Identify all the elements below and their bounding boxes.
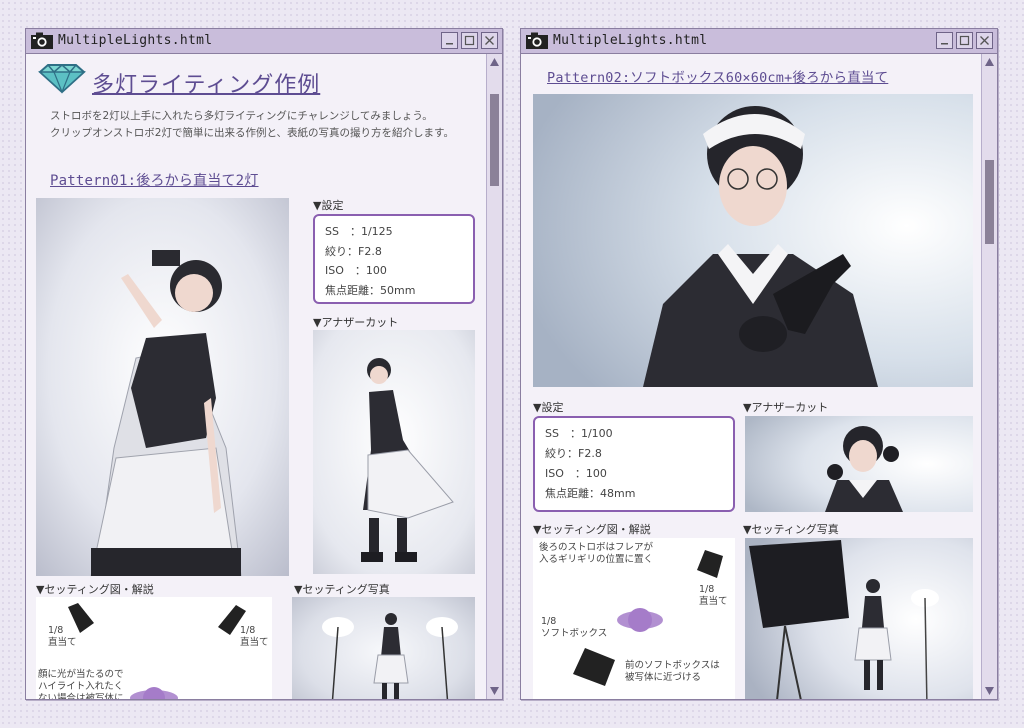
minimize-icon — [941, 43, 948, 45]
scroll-up-icon[interactable] — [487, 56, 502, 68]
back-strobe-note: 後ろのストロボはフレアが 入るギリギリの位置に置く — [539, 542, 654, 565]
iso: ISO ：100 — [545, 467, 607, 480]
strobe-icon — [697, 550, 723, 578]
settings-box: SS ：1/100 絞り：F2.8 ISO ：100 焦点距離：48mm — [533, 416, 735, 512]
right-light-note: 1/8 直当て — [240, 625, 269, 648]
shutter-speed: SS ：1/100 — [545, 427, 613, 440]
setup-photo-label: ▼セッティング写真 — [743, 523, 839, 536]
minimize-button[interactable] — [441, 32, 458, 49]
iso: ISO ：100 — [325, 264, 387, 277]
settings-box: SS ：1/125 絞り：F2.8 ISO ：100 焦点距離：50mm — [313, 214, 475, 304]
window-content: 多灯ライティング作例 ストロボを2灯以上手に入れたら多灯ライティングにチャレンジ… — [26, 54, 486, 699]
scroll-down-icon[interactable] — [487, 685, 502, 697]
front-softbox-note: 前のソフトボックスは 被写体に近づける — [625, 660, 720, 683]
maximize-button[interactable] — [956, 32, 973, 49]
setting-diagram-label: ▼セッティング図・解説 — [533, 523, 651, 536]
close-icon — [980, 36, 989, 45]
softbox-icon — [573, 648, 615, 686]
main-photo — [36, 198, 289, 576]
scroll-thumb[interactable] — [985, 160, 994, 244]
intro-line: ストロボを2灯以上手に入れたら多灯ライティングにチャレンジしてみましょう。 — [50, 110, 433, 122]
pattern-title[interactable]: Pattern02:ソフトボックス60×60cm+後ろから直当て — [547, 66, 888, 86]
scrollbar[interactable] — [486, 54, 502, 699]
setting-diagram: 後ろのストロボはフレアが 入るギリギリの位置に置く 1/8 直当て 1/8 ソフ… — [533, 538, 735, 699]
minimize-button[interactable] — [936, 32, 953, 49]
camera-icon — [526, 32, 548, 49]
window-title: MultipleLights.html — [58, 33, 213, 48]
settings-label: ▼設定 — [533, 401, 564, 414]
close-icon — [485, 36, 494, 45]
back-light-note: 1/8 直当て — [699, 584, 728, 607]
subject-icon — [617, 608, 663, 632]
setting-diagram-label: ▼セッティング図・解説 — [36, 583, 154, 596]
another-cut-photo — [745, 416, 973, 512]
maximize-icon — [959, 35, 970, 46]
setup-photo — [292, 597, 475, 699]
setup-photo — [745, 538, 973, 699]
setup-photo-label: ▼セッティング写真 — [294, 583, 390, 596]
another-cut-label: ▼アナザーカット — [743, 401, 829, 414]
setting-diagram: 1/8 直当て 1/8 直当て 顔に光が当たるので ハイライト入れたく ない場合… — [36, 597, 272, 699]
focal-length: 焦点距離：48mm — [545, 487, 636, 500]
pattern-title[interactable]: Pattern01:後ろから直当て2灯 — [50, 170, 259, 190]
window-title: MultipleLights.html — [553, 33, 708, 48]
title-bar[interactable]: MultipleLights.html — [521, 29, 997, 54]
close-button[interactable] — [976, 32, 993, 49]
scrollbar[interactable] — [981, 54, 997, 699]
maximize-button[interactable] — [461, 32, 478, 49]
aperture: 絞り：F2.8 — [545, 447, 602, 460]
diamond-icon — [38, 64, 86, 94]
subject-icon — [130, 687, 178, 699]
another-cut-photo — [313, 330, 475, 574]
another-cut-label: ▼アナザーカット — [313, 316, 399, 329]
aperture: 絞り：F2.8 — [325, 244, 382, 258]
diagram-note: 顔に光が当たるので ハイライト入れたく ない場合は被写体に 前を向いてもらう — [38, 669, 124, 699]
scroll-down-icon[interactable] — [982, 685, 997, 697]
minimize-icon — [446, 43, 453, 45]
left-light-note: 1/8 直当て — [48, 625, 77, 648]
title-bar[interactable]: MultipleLights.html — [26, 29, 502, 54]
scroll-up-icon[interactable] — [982, 56, 997, 68]
page-title: 多灯ライティング作例 — [92, 73, 321, 98]
maximize-icon — [464, 35, 475, 46]
main-photo — [533, 94, 973, 387]
scroll-thumb[interactable] — [490, 94, 499, 186]
close-button[interactable] — [481, 32, 498, 49]
camera-icon — [31, 32, 53, 49]
right-window: MultipleLights.html Pattern02:ソフトボックス60×… — [520, 28, 998, 700]
window-content: Pattern02:ソフトボックス60×60cm+後ろから直当て ▼設定 SS … — [521, 54, 981, 699]
settings-label: ▼設定 — [313, 199, 344, 212]
intro-line: クリップオンストロボ2灯で簡単に出来る作例と、表紙の写真の撮り方を紹介します。 — [50, 127, 454, 139]
shutter-speed: SS ：1/125 — [325, 225, 393, 238]
focal-length: 焦点距離：50mm — [325, 283, 416, 297]
softbox-light-note: 1/8 ソフトボックス — [541, 616, 608, 639]
left-window: MultipleLights.html 多灯ライティング作例 ストロボを2灯以上… — [25, 28, 503, 700]
intro-text: ストロボを2灯以上手に入れたら多灯ライティングにチャレンジしてみましょう。 クリ… — [50, 108, 480, 142]
